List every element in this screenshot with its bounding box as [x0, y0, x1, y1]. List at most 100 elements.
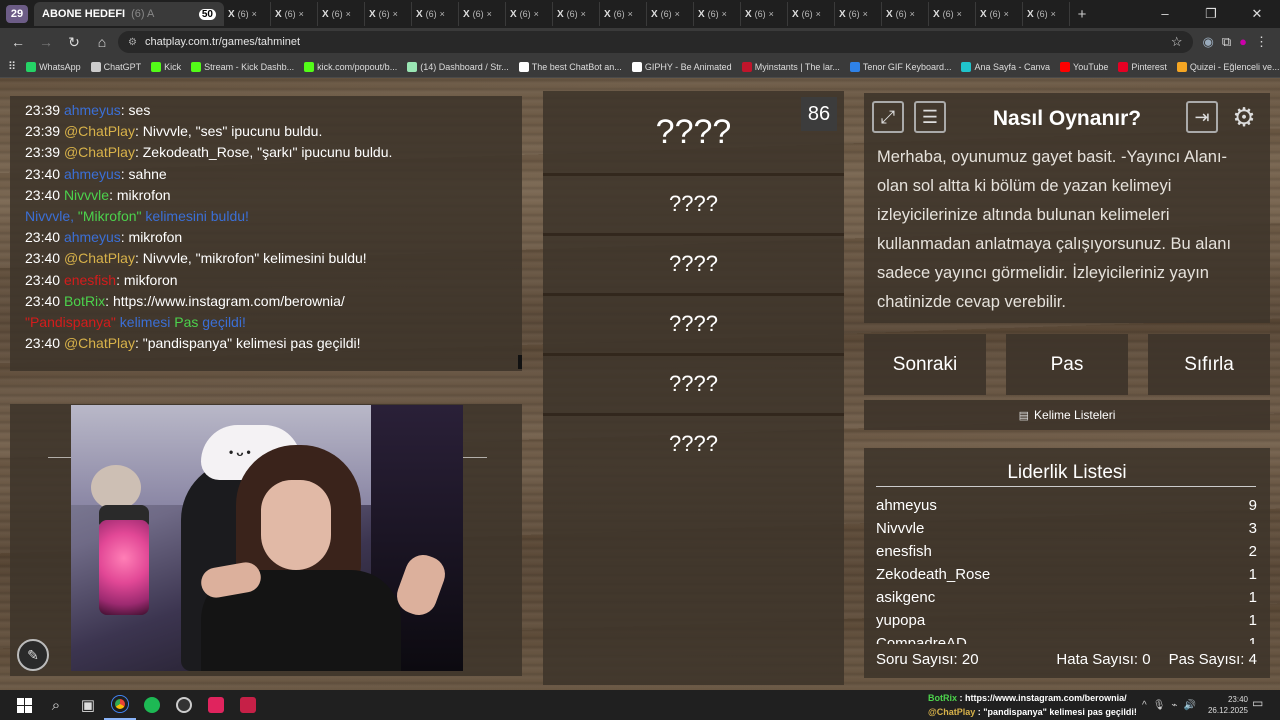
browser-tab[interactable]: X (6) × [647, 2, 694, 26]
system-message-word: "Mikrofon" [77, 208, 142, 225]
close-tab-icon[interactable]: × [722, 9, 727, 19]
close-window-button[interactable]: ✕ [1234, 6, 1280, 22]
browser-tab[interactable]: X (6) × [224, 2, 271, 26]
bookmark-item[interactable]: WhatsApp [26, 61, 81, 72]
browser-tab[interactable]: X (6) × [412, 2, 459, 26]
app-icon[interactable] [200, 690, 232, 720]
bookmark-item[interactable]: Myinstants | The lar... [741, 61, 840, 72]
tab-counter[interactable]: 29 [6, 5, 28, 23]
browser-tab[interactable]: X (6) × [741, 2, 788, 26]
maximize-button[interactable]: ❐ [1188, 6, 1234, 22]
apps-grid-icon[interactable]: ⠿ [8, 60, 16, 73]
bookmark-item[interactable]: GIPHY - Be Animated [631, 61, 732, 72]
spotify-icon[interactable] [136, 690, 168, 720]
close-tab-icon[interactable]: × [1004, 9, 1009, 19]
close-tab-icon[interactable]: × [346, 9, 351, 19]
leaderboard-title: Liderlik Listesi [1007, 462, 1127, 483]
reload-icon[interactable]: ↻ [62, 30, 86, 54]
bookmark-item[interactable]: The best ChatBot an... [518, 61, 622, 72]
browser-tab[interactable]: X (6) × [318, 2, 365, 26]
close-tab-icon[interactable]: × [910, 9, 915, 19]
bookmark-item[interactable]: YouTube [1060, 61, 1108, 72]
close-tab-icon[interactable]: × [675, 9, 680, 19]
forward-icon[interactable]: → [34, 30, 58, 54]
close-tab-icon[interactable]: × [957, 9, 962, 19]
close-tab-icon[interactable]: × [863, 9, 868, 19]
reset-button[interactable]: Sıfırla [1148, 334, 1270, 395]
url-field[interactable]: ⚙ chatplay.com.tr/games/tahminet ☆ [118, 31, 1193, 53]
browser-tab[interactable]: X (6) × [882, 2, 929, 26]
browser-tab[interactable]: X (6) × [976, 2, 1023, 26]
extension-icon[interactable]: ◉ [1203, 34, 1214, 50]
bookmark-star-icon[interactable]: ☆ [1171, 34, 1183, 50]
pillow-face: •ᴗ• [229, 445, 254, 459]
leaderboard-list[interactable]: ahmeyus 9 Nivvvle 3 enesfish 2 Zekodeath_Rose 1… [876, 494, 1257, 644]
chat-scrollbar[interactable] [518, 355, 522, 369]
browser-tab[interactable]: X (6) × [929, 2, 976, 26]
close-tab-icon[interactable]: × [487, 9, 492, 19]
new-tab-button[interactable]: + [1070, 6, 1094, 23]
search-icon[interactable]: ⌕ [40, 690, 72, 720]
close-tab-icon[interactable]: × [440, 9, 445, 19]
back-icon[interactable]: ← [6, 30, 30, 54]
home-icon[interactable]: ⌂ [90, 30, 114, 54]
browser-tab[interactable]: X (6) × [506, 2, 553, 26]
site-info-icon[interactable]: ⚙ [128, 37, 137, 48]
app-icon[interactable] [232, 690, 264, 720]
close-tab-icon[interactable]: × [816, 9, 821, 19]
chrome-icon[interactable] [104, 690, 136, 720]
word-lists-button[interactable]: ▤ Kelime Listeleri [864, 400, 1270, 430]
bookmark-item[interactable]: Kick [151, 61, 181, 72]
pen-icon[interactable]: ✎ [17, 639, 49, 671]
bookmark-item[interactable]: Quizei - Eğlenceli ve... [1176, 61, 1279, 72]
close-tab-icon[interactable]: × [252, 9, 257, 19]
tray-chevron-icon[interactable]: ^ [1142, 700, 1147, 711]
close-tab-icon[interactable]: × [1051, 9, 1056, 19]
forbidden-word: ???? [669, 371, 718, 396]
notification-icon[interactable]: ▭ [1252, 696, 1263, 710]
network-icon[interactable]: ⌁ [1171, 700, 1177, 711]
extensions-puzzle-icon[interactable]: ⧉ [1222, 34, 1231, 50]
next-button[interactable]: Sonraki [864, 334, 986, 395]
minimize-button[interactable]: – [1142, 6, 1188, 22]
obs-icon[interactable] [168, 690, 200, 720]
system-clock[interactable]: 23:40 26.12.2025 [1198, 694, 1248, 716]
bookmark-item[interactable]: (14) Dashboard / Str... [407, 61, 509, 72]
streamer-area: •ᴗ• ✎ [10, 404, 522, 676]
bookmark-item[interactable]: kick.com/popout/b... [304, 61, 397, 72]
windows-start-icon[interactable] [8, 690, 40, 720]
task-view-icon[interactable]: ▣ [72, 690, 104, 720]
bookmark-item[interactable]: ChatGPT [90, 61, 141, 72]
close-tab-icon[interactable]: × [299, 9, 304, 19]
browser-tab[interactable]: X (6) × [694, 2, 741, 26]
profile-avatar[interactable]: ● [1239, 34, 1247, 50]
browser-tab[interactable]: X (6) × [271, 2, 318, 26]
microphone-icon[interactable]: 🎙 [1153, 700, 1166, 711]
pass-button[interactable]: Pas [1006, 334, 1128, 395]
browser-tab[interactable]: X (6) × [1023, 2, 1070, 26]
exit-icon[interactable]: ⇥ [1186, 101, 1218, 133]
bookmark-item[interactable]: Tenor GIF Keyboard... [849, 61, 951, 72]
bookmark-item[interactable]: Stream - Kick Dashb... [191, 61, 294, 72]
browser-tab[interactable]: X (6) × [365, 2, 412, 26]
bookmark-item[interactable]: Pinterest [1118, 61, 1167, 72]
tab-active[interactable]: ABONE HEDEFI (6) A 50 [34, 2, 224, 26]
x-logo-icon: X [839, 8, 846, 20]
volume-icon[interactable]: 🔊 [1183, 700, 1195, 711]
close-tab-icon[interactable]: × [393, 9, 398, 19]
tab-active-extra: (6) A [131, 8, 155, 20]
bookmark-item[interactable]: Ana Sayfa - Canva [961, 61, 1050, 72]
close-tab-icon[interactable]: × [534, 9, 539, 19]
browser-tab[interactable]: X (6) × [835, 2, 882, 26]
browser-tab[interactable]: X (6) × [553, 2, 600, 26]
browser-tab[interactable]: X (6) × [788, 2, 835, 26]
gear-icon[interactable]: ⚙ [1228, 101, 1260, 133]
close-tab-icon[interactable]: × [581, 9, 586, 19]
menu-kebab-icon[interactable]: ⋮ [1255, 34, 1268, 50]
browser-tab[interactable]: X (6) × [459, 2, 506, 26]
bookmark-label: (14) Dashboard / Str... [420, 61, 509, 72]
browser-tab[interactable]: X (6) × [600, 2, 647, 26]
close-tab-icon[interactable]: × [769, 9, 774, 19]
teddy-bear [91, 465, 141, 510]
close-tab-icon[interactable]: × [628, 9, 633, 19]
